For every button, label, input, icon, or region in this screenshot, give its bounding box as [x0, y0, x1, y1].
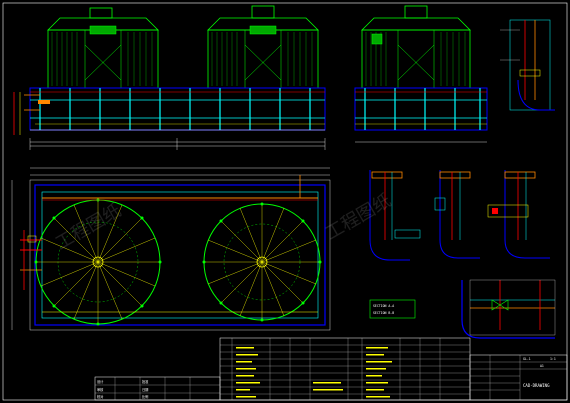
tower-unit-3 [361, 5, 471, 89]
title-block-label-left: GL-1 [523, 357, 531, 361]
tb-label-5: 日期 [142, 387, 148, 392]
title-block-label-right: 1:1 [550, 357, 556, 361]
section-detail-2 [434, 170, 480, 259]
title-block: 设计 审核 校对 批准 日期 比例 CAD-DRAWING GL-1 1:1 A… [94, 337, 568, 401]
title-block-drawing-name: CAD-DRAWING [523, 383, 550, 388]
basin-frame [29, 87, 488, 131]
tb-label-6: 比例 [142, 394, 148, 399]
dimension-line-elevation [29, 138, 487, 150]
elevation-view [13, 5, 488, 150]
sheet-corner-label: A1 [540, 364, 544, 368]
legend-line-2: SECTION B-B [373, 311, 394, 315]
tb-label-3: 校对 [97, 394, 104, 399]
watermark-text-2: 工程图纸 [322, 190, 395, 244]
sheet-border [2, 2, 568, 401]
legend-box: SECTION A-A SECTION B-B [369, 299, 416, 319]
tower-unit-1 [47, 7, 159, 89]
fan-circle-2 [202, 202, 322, 322]
tb-label-4: 批准 [142, 379, 149, 384]
elevation-left-pipes [13, 92, 50, 135]
tb-label-1: 设计 [97, 379, 104, 384]
section-detail-3 [487, 170, 550, 259]
tower-unit-2 [207, 5, 319, 89]
tb-label-2: 审核 [97, 387, 104, 392]
section-detail-large [461, 279, 556, 339]
detail-top-right [500, 19, 555, 111]
legend-line-1: SECTION A-A [373, 304, 394, 308]
cad-drawing-canvas: SECTION A-A SECTION B-B 设计 审核 校对 批准 日期 比… [2, 2, 568, 401]
